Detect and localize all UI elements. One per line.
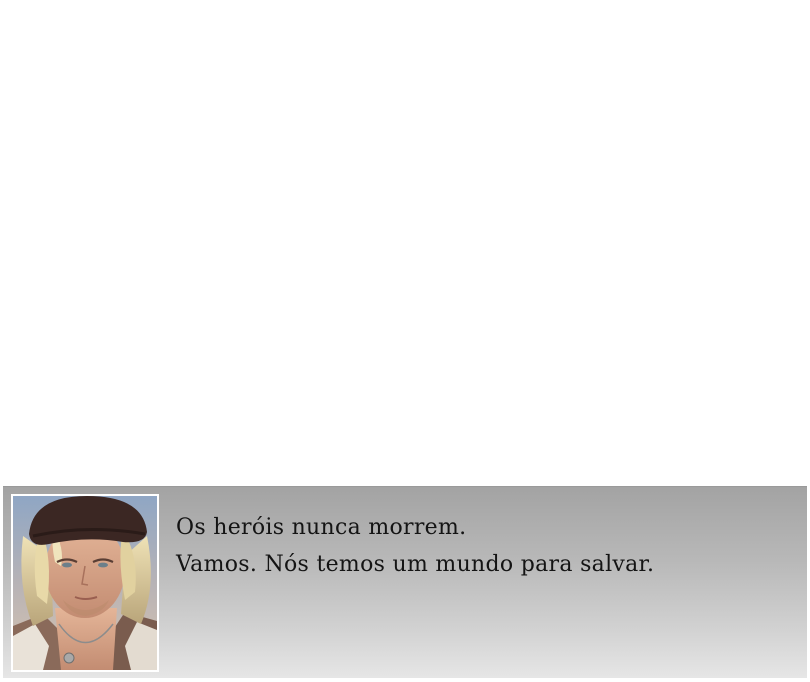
game-scene: Os heróis nunca morrem. Vamos. Nós temos… xyxy=(0,0,810,682)
dialog-line-2: Vamos. Nós temos um mundo para salvar. xyxy=(176,552,655,577)
character-portrait xyxy=(11,494,159,672)
character-portrait-image xyxy=(13,496,157,670)
dialog-box[interactable]: Os heróis nunca morrem. Vamos. Nós temos… xyxy=(3,486,807,678)
dialog-line-1: Os heróis nunca morrem. xyxy=(176,515,467,540)
dialog-text: Os heróis nunca morrem. Vamos. Nós temos… xyxy=(176,509,786,583)
